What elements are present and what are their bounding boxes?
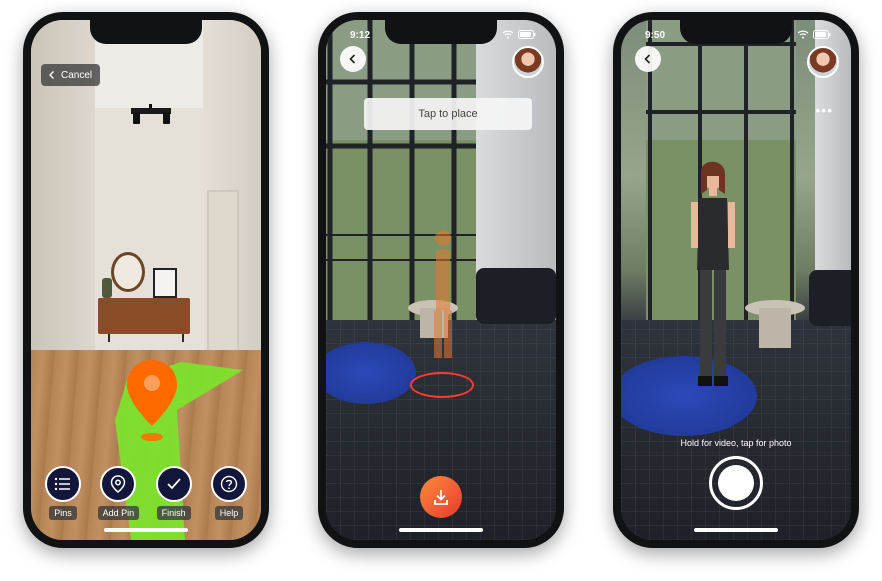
back-button[interactable]	[635, 46, 661, 72]
wifi-icon	[797, 30, 809, 39]
phone-pin-placement: Cancel Pins Add Pin Finish Help	[23, 12, 269, 548]
battery-icon	[813, 30, 831, 39]
placement-ring	[410, 372, 474, 398]
phone-ar-capture: 9:50 ••• Hold for video, tap for photo	[613, 12, 859, 548]
list-icon	[45, 466, 81, 502]
status-time: 9:12	[350, 30, 371, 41]
ar-person	[691, 161, 735, 386]
map-pin-marker[interactable]	[125, 358, 179, 449]
status-time: 9:50	[645, 30, 666, 41]
notch	[385, 20, 497, 44]
pin-toolbar: Pins Add Pin Finish Help	[39, 466, 253, 520]
avatar[interactable]	[807, 46, 839, 78]
screen: 9:50 ••• Hold for video, tap for photo	[621, 20, 851, 540]
chevron-left-icon	[349, 54, 356, 64]
pins-label: Pins	[49, 506, 77, 520]
place-button[interactable]	[420, 476, 462, 518]
chevron-left-icon	[644, 54, 651, 64]
question-icon	[210, 466, 247, 502]
notch	[90, 20, 202, 44]
shutter-button[interactable]	[709, 456, 763, 510]
help-button[interactable]: Help	[205, 466, 253, 520]
wifi-icon	[502, 30, 514, 39]
notch	[680, 20, 792, 44]
screen: Cancel Pins Add Pin Finish Help	[31, 20, 261, 540]
home-indicator	[104, 528, 188, 532]
back-button[interactable]	[340, 46, 366, 72]
battery-icon	[518, 30, 536, 39]
screen: 9:12 Tap to place	[326, 20, 556, 540]
sofa	[476, 268, 556, 324]
capture-hint: Hold for video, tap for photo	[680, 438, 792, 448]
side-table-base	[759, 308, 791, 348]
status-icons	[502, 30, 536, 39]
help-label: Help	[214, 506, 244, 520]
home-indicator	[694, 528, 778, 532]
finish-button[interactable]: Finish	[150, 466, 198, 520]
add-pin-label: Add Pin	[97, 506, 140, 520]
check-icon	[155, 466, 192, 502]
pins-button[interactable]: Pins	[39, 466, 87, 520]
tap-to-place-banner: Tap to place	[364, 98, 532, 130]
cancel-button[interactable]: Cancel	[41, 64, 101, 86]
more-icon[interactable]: •••	[815, 102, 833, 118]
shutter-inner	[718, 465, 754, 501]
ghost-avatar	[434, 230, 452, 358]
status-icons	[797, 30, 831, 39]
direction-arrow	[115, 362, 243, 540]
sofa	[809, 270, 851, 326]
add-pin-button[interactable]: Add Pin	[94, 466, 142, 520]
download-icon	[434, 490, 448, 505]
map-pin-icon	[100, 466, 137, 502]
chevron-left-icon	[49, 71, 54, 79]
cancel-label: Cancel	[61, 69, 93, 81]
home-indicator	[399, 528, 483, 532]
finish-label: Finish	[156, 506, 191, 520]
avatar[interactable]	[512, 46, 544, 78]
phone-ar-placement: 9:12 Tap to place	[318, 12, 564, 548]
